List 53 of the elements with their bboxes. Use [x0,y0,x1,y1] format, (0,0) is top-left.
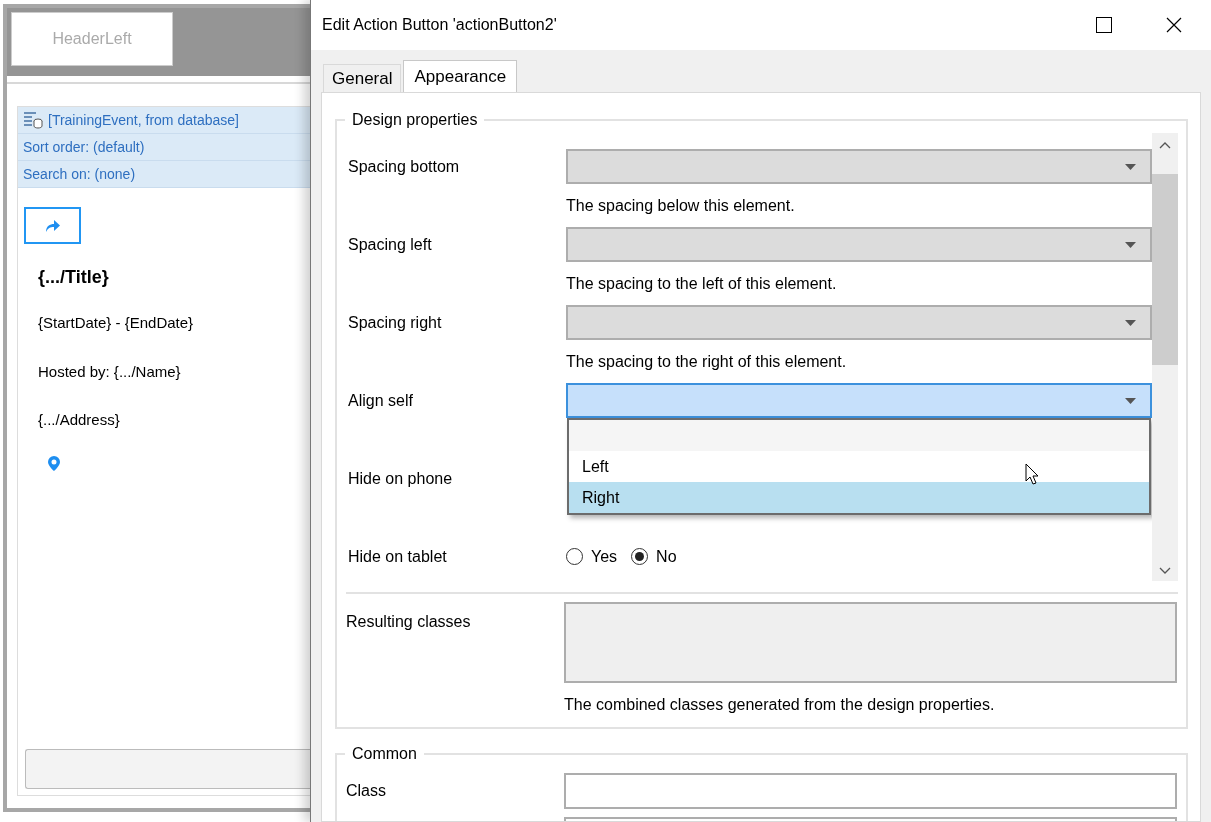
radio-label: Yes [591,546,618,567]
share-arrow-icon [44,219,61,232]
data-source-label: [TrainingEvent, from database] [48,110,239,130]
radio-label: No [656,546,677,567]
dropdown-option[interactable]: Left [569,451,1149,482]
input-field[interactable] [564,773,1177,809]
sort-order-bar[interactable]: Sort order: (default) [18,134,310,161]
scroll-up-icon[interactable] [1159,141,1171,149]
address-text: {.../Address} [38,410,121,430]
field-label: Spacing bottom [347,156,461,177]
field-description: The combined classes generated from the design properties. [564,695,995,715]
close-icon [1166,17,1182,33]
radio-option[interactable]: Yes [566,544,618,569]
dropdown-arrow-icon [1125,319,1136,326]
dropdown-arrow-icon [1125,241,1136,248]
text-area[interactable] [564,602,1177,683]
header-label: HeaderLeft [52,29,132,49]
field-description: The spacing to the left of this element. [566,273,837,294]
host-text: Hosted by: {.../Name} [38,361,182,382]
title-text: {.../Title} [38,266,110,289]
dropdown-arrow-icon [1125,397,1136,404]
input-field[interactable] [25,749,310,789]
radio-option[interactable]: No [631,544,677,569]
action-button[interactable] [24,207,81,244]
dropdown[interactable] [566,305,1152,340]
tab[interactable]: General [323,64,402,92]
dropdown[interactable] [566,383,1152,418]
field-label: Spacing right [347,312,443,333]
mouse-cursor-icon [1025,463,1039,485]
database-list-icon [23,111,43,129]
field-label: Hide on tablet [347,546,448,567]
scrollbar[interactable] [1152,133,1178,581]
data-source-bar[interactable]: [TrainingEvent, from database] [18,107,310,134]
radio-button[interactable] [566,548,583,565]
field-label: Hide on phone [347,468,454,489]
dropdown[interactable] [566,227,1152,262]
field-label: Align self [347,390,414,411]
search-on-bar[interactable]: Search on: (none) [18,161,310,188]
scroll-down-icon[interactable] [1159,567,1171,575]
window-title: Edit Action Button 'actionButton2' [322,15,558,35]
dates-text: {StartDate} - {EndDate} [38,313,195,333]
dropdown[interactable] [566,149,1152,184]
dropdown-arrow-icon [1125,163,1136,170]
field-description: The spacing to the right of this element. [566,351,847,372]
maximize-icon [1096,17,1112,33]
dropdown-option[interactable]: Right [569,482,1149,513]
tab[interactable]: Appearance [403,60,518,92]
field-description: The spacing below this element. [566,195,795,216]
field-label: Resulting classes [346,612,472,632]
field-label: Spacing left [347,234,433,255]
radio-button[interactable] [631,548,649,565]
map-pin-icon [48,455,60,471]
field-label: Class [346,781,387,801]
